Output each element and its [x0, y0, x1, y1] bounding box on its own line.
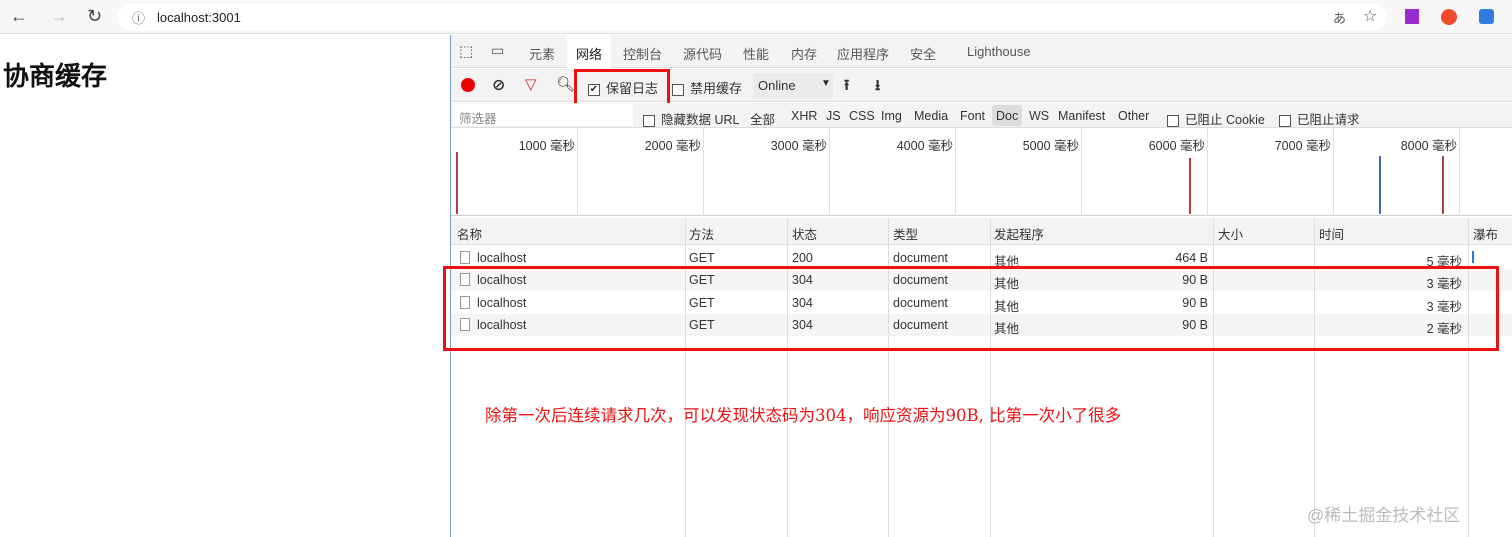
table-header: 名称 方法 状态 类型 发起程序 大小 时间 瀑布	[451, 218, 1512, 245]
timeline-tick: 4000 毫秒	[896, 139, 953, 153]
tab-performance[interactable]: 性能	[743, 44, 769, 63]
network-toolbar: ⊘ ▽ 🔍︎ ✔ 保留日志 禁用缓存 Online ▼ ⭱ ⭳	[451, 69, 1512, 107]
checkbox-checked-icon: ✔	[588, 83, 600, 96]
filter-manifest[interactable]: Manifest	[1058, 109, 1105, 123]
annotation-box-304-rows	[443, 266, 1499, 351]
filter-font[interactable]: Font	[960, 109, 985, 123]
load-marker	[1442, 156, 1444, 214]
upload-har-icon[interactable]: ⭱	[844, 75, 849, 100]
load-marker	[456, 152, 458, 214]
tab-sources[interactable]: 源代码	[683, 44, 722, 63]
throttle-value: Online	[758, 78, 796, 93]
cell-type: document	[893, 251, 948, 265]
column-time[interactable]: 时间	[1319, 224, 1344, 243]
load-marker	[1379, 156, 1381, 214]
waterfall-bar	[1472, 251, 1474, 263]
tab-elements[interactable]: 元素	[529, 44, 555, 63]
back-icon[interactable]: ←	[10, 6, 28, 27]
column-size[interactable]: 大小	[1218, 224, 1243, 243]
filter-other[interactable]: Other	[1118, 109, 1149, 123]
timeline-tick: 1000 毫秒	[518, 139, 575, 153]
preserve-log-label: 保留日志	[606, 81, 659, 96]
star-icon[interactable]: ☆	[1363, 6, 1377, 26]
extension-chart-icon[interactable]	[1479, 9, 1494, 24]
cell-name: localhost	[477, 251, 527, 265]
filter-all[interactable]: 全部	[750, 109, 775, 128]
clear-icon[interactable]: ⊘	[492, 75, 505, 95]
record-icon[interactable]	[461, 78, 475, 92]
tab-security[interactable]: 安全	[910, 44, 936, 63]
load-marker	[1189, 158, 1191, 214]
filter-doc[interactable]: Doc	[996, 109, 1018, 123]
timeline-tick: 3000 毫秒	[770, 139, 827, 153]
timeline-overview[interactable]: 1000 毫秒 2000 毫秒 3000 毫秒 4000 毫秒 5000 毫秒 …	[451, 128, 1512, 216]
annotation-text: 除第一次后连续请求几次，可以发现状态码为304，响应资源为90B, 比第一次小了…	[485, 406, 1122, 425]
checkbox-icon	[672, 83, 684, 96]
extension-rp-icon[interactable]	[1405, 9, 1419, 24]
watermark: @稀土掘金技术社区	[1307, 506, 1461, 525]
cell-size: 464 B	[1175, 251, 1208, 265]
device-toolbar-icon[interactable]: ▭	[491, 42, 504, 59]
chevron-down-icon: ▼	[821, 78, 831, 89]
forward-icon[interactable]: →	[50, 6, 68, 27]
url-text[interactable]: localhost:3001	[157, 10, 241, 25]
filter-css[interactable]: CSS	[849, 109, 875, 123]
devtools-tabs: ⬚ ▭ 元素 网络 控制台 源代码 性能 内存 应用程序 安全 Lighthou…	[451, 35, 1512, 68]
blocked-requests-checkbox[interactable]: 已阻止请求	[1279, 109, 1360, 128]
filter-icon[interactable]: ▽	[525, 75, 537, 93]
inspect-icon[interactable]: ⬚	[459, 42, 473, 60]
timeline-tick: 2000 毫秒	[644, 139, 701, 153]
tab-memory[interactable]: 内存	[791, 44, 817, 63]
disable-cache-checkbox[interactable]: 禁用缓存	[672, 78, 742, 97]
timeline-tick: 6000 毫秒	[1148, 139, 1205, 153]
blocked-cookies-checkbox[interactable]: 已阻止 Cookie	[1167, 109, 1265, 128]
search-icon[interactable]: 🔍︎	[556, 75, 575, 93]
info-icon[interactable]: ⓘ	[132, 8, 145, 27]
column-type[interactable]: 类型	[893, 224, 918, 243]
preserve-log-checkbox[interactable]: ✔ 保留日志	[588, 78, 658, 97]
column-method[interactable]: 方法	[689, 224, 714, 243]
download-har-icon[interactable]: ⭳	[875, 75, 880, 100]
filter-input[interactable]: 筛选器	[453, 104, 633, 126]
filter-placeholder: 筛选器	[459, 112, 497, 126]
extension-infinity-icon[interactable]	[1441, 9, 1457, 25]
filter-js[interactable]: JS	[826, 109, 841, 123]
filter-media[interactable]: Media	[914, 109, 948, 123]
timeline-tick: 7000 毫秒	[1274, 139, 1331, 153]
devtools-panel: ⬚ ▭ 元素 网络 控制台 源代码 性能 内存 应用程序 安全 Lighthou…	[443, 35, 1512, 537]
tab-network[interactable]: 网络	[576, 44, 602, 63]
timeline-tick: 8000 毫秒	[1400, 139, 1457, 153]
filter-bar: 筛选器 隐藏数据 URL 全部 XHR JS CSS Img Media Fon…	[451, 103, 1512, 128]
filter-ws[interactable]: WS	[1029, 109, 1049, 123]
cell-status: 200	[792, 251, 813, 265]
address-bar[interactable]	[118, 4, 1386, 31]
cell-method: GET	[689, 251, 715, 265]
disable-cache-label: 禁用缓存	[690, 81, 743, 96]
timeline-tick: 5000 毫秒	[1022, 139, 1079, 153]
tab-application[interactable]: 应用程序	[837, 44, 889, 63]
hide-data-url-checkbox[interactable]: 隐藏数据 URL	[643, 109, 739, 128]
column-status[interactable]: 状态	[792, 224, 817, 243]
throttle-select[interactable]: Online ▼	[753, 73, 833, 98]
translate-icon[interactable]: あ	[1333, 8, 1346, 27]
filter-img[interactable]: Img	[881, 109, 902, 123]
column-name[interactable]: 名称	[457, 224, 482, 243]
tab-console[interactable]: 控制台	[623, 44, 662, 63]
filter-xhr[interactable]: XHR	[791, 109, 817, 123]
column-initiator[interactable]: 发起程序	[994, 224, 1044, 243]
column-waterfall[interactable]: 瀑布	[1473, 224, 1498, 243]
page-title: 协商缓存	[3, 61, 108, 91]
tab-lighthouse[interactable]: Lighthouse	[967, 44, 1031, 59]
document-icon	[460, 251, 470, 264]
browser-toolbar: ← → ↻ ⓘ localhost:3001 あ ☆	[0, 0, 1512, 34]
reload-icon[interactable]: ↻	[87, 6, 102, 27]
